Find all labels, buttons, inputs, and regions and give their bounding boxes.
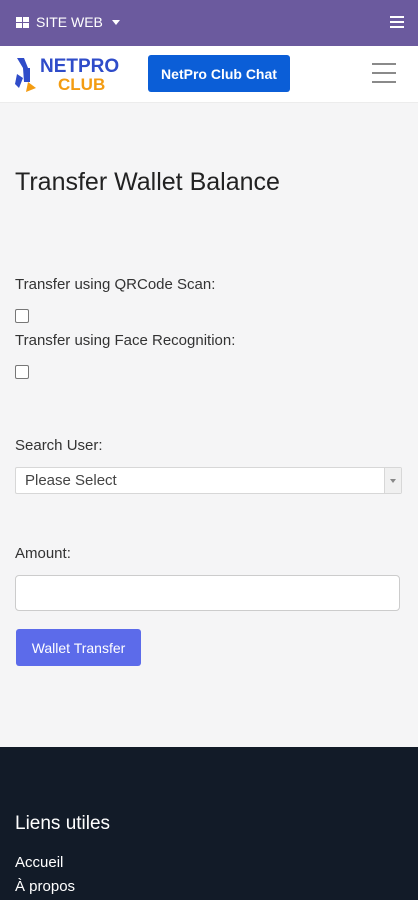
top-menu-icon[interactable]	[390, 16, 404, 28]
qrcode-transfer-label: Transfer using QRCode Scan:	[15, 276, 216, 293]
search-user-selected: Please Select	[25, 472, 117, 489]
page-title: Transfer Wallet Balance	[15, 168, 280, 196]
face-transfer-label: Transfer using Face Recognition:	[15, 332, 236, 349]
grid-icon	[16, 16, 29, 28]
logo-netpro-text: NETPRO	[40, 56, 119, 77]
footer-heading: Liens utiles	[15, 813, 111, 834]
site-web-label: SITE WEB	[36, 14, 103, 30]
footer: Liens utiles Accueil À propos	[0, 747, 418, 900]
qrcode-transfer-checkbox[interactable]	[15, 309, 29, 323]
face-transfer-checkbox[interactable]	[15, 365, 29, 379]
search-user-select[interactable]: Please Select	[15, 467, 402, 494]
logo-club-text: CLUB	[58, 75, 105, 94]
chevron-down-icon[interactable]	[384, 468, 401, 493]
site-web-dropdown[interactable]: SITE WEB	[16, 14, 120, 30]
main-content: Transfer Wallet Balance Transfer using Q…	[0, 103, 418, 747]
footer-link-a-propos[interactable]: À propos	[15, 878, 75, 895]
amount-label: Amount:	[15, 545, 71, 562]
wallet-transfer-button[interactable]: Wallet Transfer	[16, 629, 141, 666]
search-user-label: Search User:	[15, 437, 103, 454]
netpro-club-chat-button[interactable]: NetPro Club Chat	[148, 55, 290, 92]
amount-input[interactable]	[15, 575, 400, 611]
hamburger-menu-icon[interactable]	[372, 63, 396, 83]
top-bar: SITE WEB	[0, 0, 418, 46]
navbar: NETPRO CLUB NetPro Club Chat	[0, 46, 418, 103]
netpro-club-logo[interactable]: NETPRO CLUB	[14, 54, 126, 94]
caret-down-icon	[111, 19, 120, 25]
footer-link-accueil[interactable]: Accueil	[15, 854, 63, 871]
